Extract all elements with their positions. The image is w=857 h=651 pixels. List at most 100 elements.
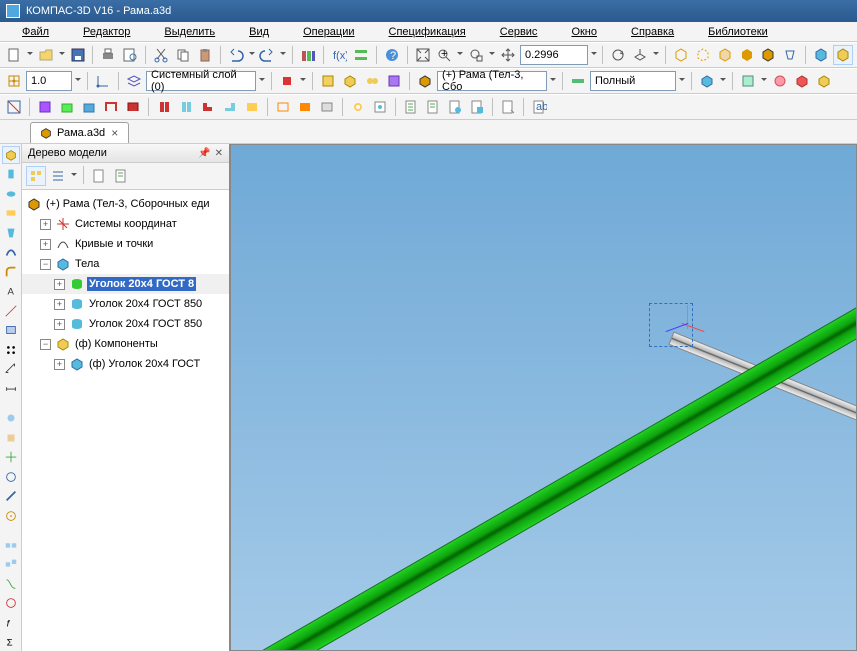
preview-button[interactable] — [120, 45, 140, 65]
spec1-button[interactable] — [401, 97, 421, 117]
new-button[interactable] — [4, 45, 24, 65]
lt-measure-button[interactable] — [2, 361, 20, 379]
csys-button[interactable] — [93, 71, 113, 91]
rotate-button[interactable] — [608, 45, 628, 65]
lt-tool4-button[interactable] — [2, 468, 20, 486]
paste-button[interactable] — [195, 45, 215, 65]
redo-button[interactable] — [258, 45, 278, 65]
view-wire-button[interactable] — [671, 45, 691, 65]
lt-tool3-button[interactable] — [2, 448, 20, 466]
ext4-button[interactable] — [792, 71, 812, 91]
tree-tb2-dropdown[interactable] — [70, 166, 78, 186]
spec2-button[interactable] — [423, 97, 443, 117]
pan-button[interactable] — [498, 45, 518, 65]
lt-revolve-button[interactable] — [2, 185, 20, 203]
tree-node-body2[interactable]: + Уголок 20x4 ГОСТ 850 — [22, 294, 229, 314]
vars-button[interactable]: f(x) — [329, 45, 349, 65]
tree-node-body3[interactable]: + Уголок 20x4 ГОСТ 850 — [22, 314, 229, 334]
menu-edit[interactable]: Редактор — [67, 24, 146, 40]
tree-node-csys[interactable]: + Системы координат — [22, 214, 229, 234]
undo-dropdown[interactable] — [248, 45, 256, 65]
sketch-button[interactable] — [4, 97, 24, 117]
op2-button[interactable] — [57, 97, 77, 117]
view-section-button[interactable] — [811, 45, 831, 65]
lt-sigma-button[interactable]: Σ — [2, 634, 20, 651]
menu-view[interactable]: Вид — [233, 24, 285, 40]
open-button[interactable] — [36, 45, 56, 65]
grid-step-dropdown[interactable] — [74, 71, 82, 91]
copy-button[interactable] — [173, 45, 193, 65]
op1-button[interactable] — [35, 97, 55, 117]
zoom-dropdown[interactable] — [456, 45, 464, 65]
lt-dim-button[interactable] — [2, 380, 20, 398]
view-simplify-button[interactable] — [833, 45, 853, 65]
mate-button[interactable] — [362, 71, 382, 91]
view-shaded-edges-button[interactable] — [759, 45, 779, 65]
menu-help[interactable]: Справка — [615, 24, 690, 40]
open-dropdown[interactable] — [58, 45, 66, 65]
ext3-button[interactable] — [770, 71, 790, 91]
spec4-button[interactable] — [467, 97, 487, 117]
ext2-button[interactable] — [738, 71, 758, 91]
save-button[interactable] — [68, 45, 88, 65]
op7-button[interactable] — [176, 97, 196, 117]
ext1-button[interactable] — [697, 71, 717, 91]
cut-button[interactable] — [151, 45, 171, 65]
lt-extrude-button[interactable] — [2, 166, 20, 184]
spec6-button[interactable]: ab — [529, 97, 549, 117]
pin-icon[interactable]: 📌 — [198, 148, 210, 159]
op6-button[interactable] — [154, 97, 174, 117]
layer-select[interactable]: Системный слой (0) — [146, 71, 256, 91]
zoomwin-dropdown[interactable] — [488, 45, 496, 65]
lt-tool5-button[interactable] — [2, 487, 20, 505]
display-select[interactable]: Полный — [590, 71, 676, 91]
expand-icon[interactable]: + — [54, 299, 65, 310]
op13-button[interactable] — [317, 97, 337, 117]
menu-libs[interactable]: Библиотеки — [692, 24, 784, 40]
expand-icon[interactable]: + — [54, 319, 65, 330]
showall-button[interactable] — [413, 45, 433, 65]
lt-box-button[interactable] — [2, 146, 20, 164]
edit-button[interactable] — [384, 71, 404, 91]
lt-sweep-button[interactable] — [2, 244, 20, 262]
box-button[interactable] — [340, 71, 360, 91]
tree-tb4-button[interactable] — [111, 166, 131, 186]
lt-mate1-button[interactable] — [2, 536, 20, 554]
tree-tb1-button[interactable] — [26, 166, 46, 186]
view-shaded-button[interactable] — [737, 45, 757, 65]
view-hidden-button[interactable] — [693, 45, 713, 65]
orient-button[interactable] — [630, 45, 650, 65]
expand-icon[interactable]: + — [40, 239, 51, 250]
spec5-button[interactable] — [498, 97, 518, 117]
layers-button[interactable] — [124, 71, 144, 91]
tree-node-components[interactable]: − (ф) Компоненты — [22, 334, 229, 354]
menu-operations[interactable]: Операции — [287, 24, 370, 40]
op12-button[interactable] — [295, 97, 315, 117]
tree-node-comp1[interactable]: + (ф) Уголок 20x4 ГОСТ — [22, 354, 229, 374]
op9-button[interactable] — [220, 97, 240, 117]
lt-pattern-button[interactable] — [2, 341, 20, 359]
menu-select[interactable]: Выделить — [148, 24, 231, 40]
zoomwin-button[interactable] — [466, 45, 486, 65]
collapse-icon[interactable]: − — [40, 339, 51, 350]
view-noback-button[interactable] — [715, 45, 735, 65]
stop-button[interactable] — [277, 71, 297, 91]
undo-button[interactable] — [226, 45, 246, 65]
zoomin-button[interactable]: + — [435, 45, 455, 65]
assembly-select[interactable]: (+) Рама (Тел-3, Сбо — [437, 71, 547, 91]
collapse-icon[interactable]: − — [40, 259, 51, 270]
display-dropdown[interactable] — [678, 71, 686, 91]
lt-plane-button[interactable] — [2, 322, 20, 340]
op4-button[interactable] — [101, 97, 121, 117]
op14-button[interactable] — [348, 97, 368, 117]
grid-button[interactable] — [4, 71, 24, 91]
rebuild-button[interactable] — [318, 71, 338, 91]
lt-loft-button[interactable] — [2, 224, 20, 242]
layer-dropdown[interactable] — [258, 71, 266, 91]
menu-window[interactable]: Окно — [555, 24, 613, 40]
lt-cut-button[interactable] — [2, 205, 20, 223]
grid-step-input[interactable] — [26, 71, 72, 91]
lt-mate2-button[interactable] — [2, 556, 20, 574]
ext2-dropdown[interactable] — [760, 71, 768, 91]
print-button[interactable] — [98, 45, 118, 65]
